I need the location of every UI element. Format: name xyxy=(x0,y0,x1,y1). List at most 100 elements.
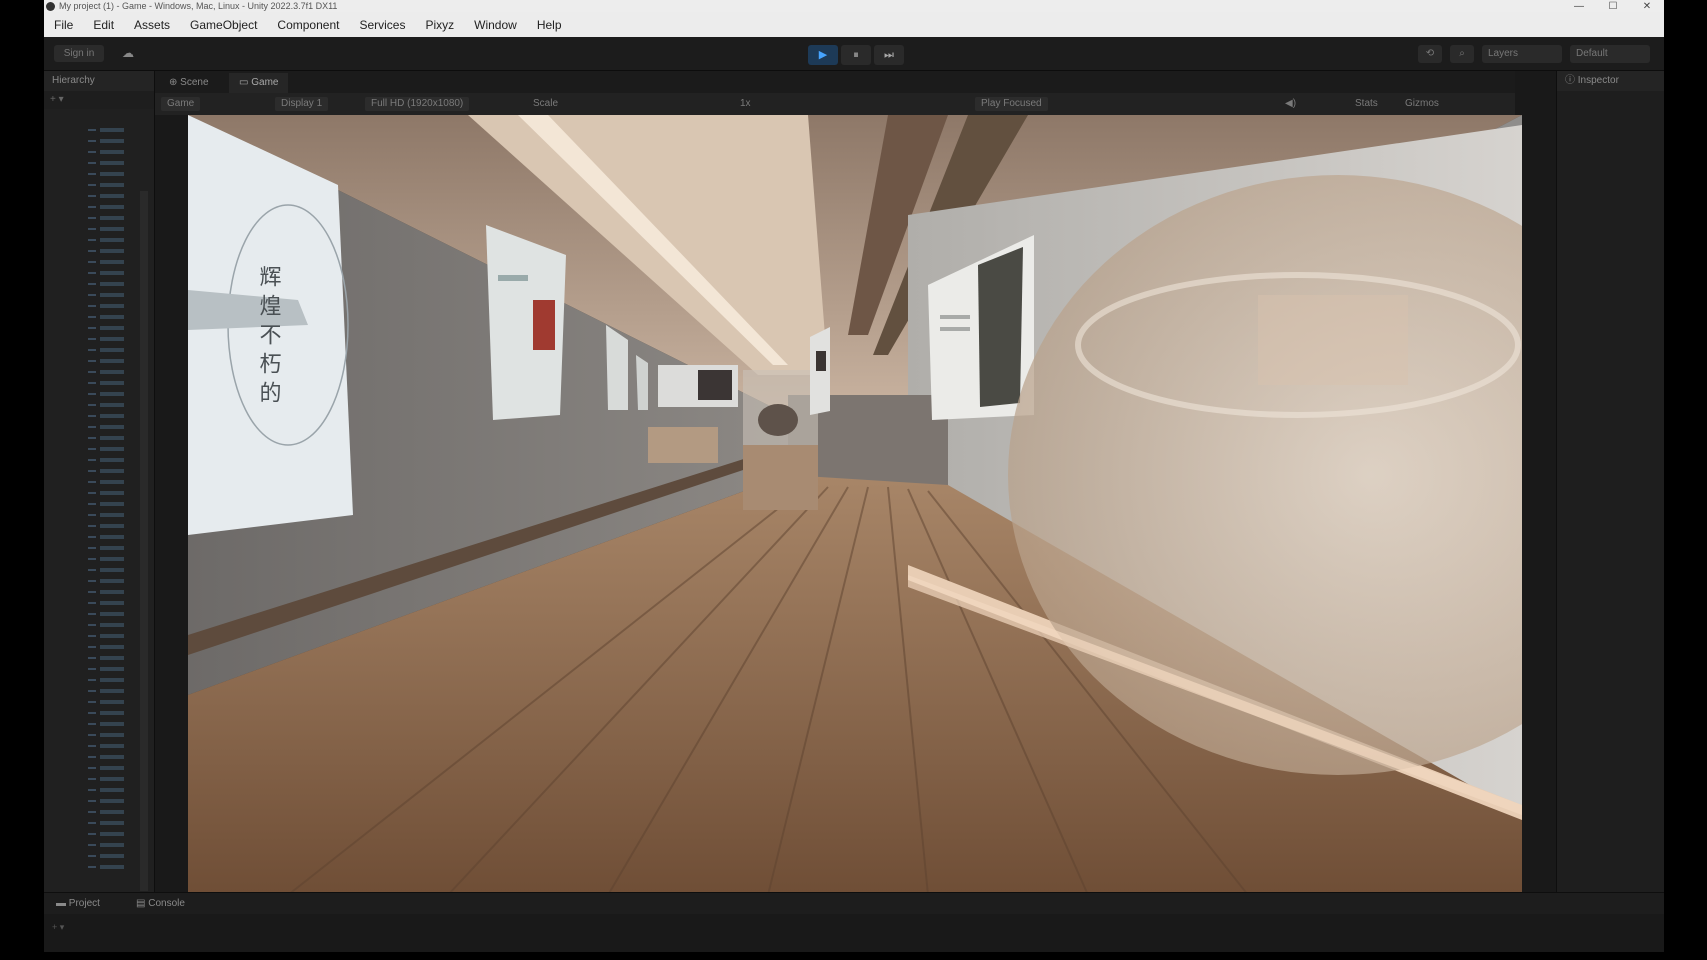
hierarchy-row[interactable] xyxy=(88,550,132,561)
hierarchy-row[interactable] xyxy=(88,462,132,473)
menu-services[interactable]: Services xyxy=(349,18,415,32)
menu-edit[interactable]: Edit xyxy=(83,18,124,32)
hierarchy-row[interactable] xyxy=(88,308,132,319)
hierarchy-row[interactable] xyxy=(88,605,132,616)
tab-project[interactable]: ▬ Project xyxy=(48,896,108,912)
hierarchy-row[interactable] xyxy=(88,858,132,869)
hierarchy-row[interactable] xyxy=(88,770,132,781)
hierarchy-row[interactable] xyxy=(88,286,132,297)
hierarchy-row[interactable] xyxy=(88,693,132,704)
hierarchy-row[interactable] xyxy=(88,385,132,396)
hierarchy-row[interactable] xyxy=(88,209,132,220)
tab-console[interactable]: ▤ Console xyxy=(128,896,193,912)
tab-scene[interactable]: ⊕ Scene xyxy=(159,73,219,93)
hierarchy-row[interactable] xyxy=(88,165,132,176)
account-button[interactable]: Sign in xyxy=(54,45,104,62)
hierarchy-row[interactable] xyxy=(88,154,132,165)
hierarchy-row[interactable] xyxy=(88,814,132,825)
hierarchy-scrollbar[interactable] xyxy=(140,191,148,891)
project-add-icon[interactable]: + ▾ xyxy=(52,922,64,933)
hierarchy-row[interactable] xyxy=(88,440,132,451)
hierarchy-row[interactable] xyxy=(88,231,132,242)
hierarchy-row[interactable] xyxy=(88,363,132,374)
mute-audio-icon[interactable]: ◀) xyxy=(1285,97,1296,111)
hierarchy-row[interactable] xyxy=(88,374,132,385)
hierarchy-row[interactable] xyxy=(88,220,132,231)
hierarchy-row[interactable] xyxy=(88,341,132,352)
hierarchy-row[interactable] xyxy=(88,517,132,528)
hierarchy-row[interactable] xyxy=(88,396,132,407)
inspector-tab[interactable]: ⓘ Inspector xyxy=(1557,71,1664,91)
hierarchy-row[interactable] xyxy=(88,319,132,330)
hierarchy-row[interactable] xyxy=(88,275,132,286)
menu-assets[interactable]: Assets xyxy=(124,18,180,32)
hierarchy-row[interactable] xyxy=(88,726,132,737)
stats-button[interactable]: Stats xyxy=(1355,97,1378,111)
menu-window[interactable]: Window xyxy=(464,18,527,32)
play-focused-dropdown[interactable]: Play Focused xyxy=(975,97,1048,111)
hierarchy-row[interactable] xyxy=(88,352,132,363)
hierarchy-row[interactable] xyxy=(88,506,132,517)
hierarchy-row[interactable] xyxy=(88,528,132,539)
display-dropdown[interactable]: Display 1 xyxy=(275,97,329,111)
hierarchy-row[interactable] xyxy=(88,143,132,154)
hierarchy-row[interactable] xyxy=(88,825,132,836)
hierarchy-row[interactable] xyxy=(88,660,132,671)
hierarchy-row[interactable] xyxy=(88,407,132,418)
hierarchy-row[interactable] xyxy=(88,198,132,209)
hierarchy-row[interactable] xyxy=(88,330,132,341)
play-button[interactable]: ▶ xyxy=(808,45,838,65)
hierarchy-row[interactable] xyxy=(88,242,132,253)
maximize-button[interactable]: ☐ xyxy=(1596,1,1630,12)
hierarchy-row[interactable] xyxy=(88,253,132,264)
hierarchy-row[interactable] xyxy=(88,484,132,495)
hierarchy-row[interactable] xyxy=(88,704,132,715)
hierarchy-row[interactable] xyxy=(88,682,132,693)
layers-dropdown[interactable]: Layers xyxy=(1482,45,1562,63)
hierarchy-row[interactable] xyxy=(88,451,132,462)
hierarchy-row[interactable] xyxy=(88,176,132,187)
menu-component[interactable]: Component xyxy=(267,18,349,32)
hierarchy-row[interactable] xyxy=(88,836,132,847)
hierarchy-row[interactable] xyxy=(88,539,132,550)
hierarchy-row[interactable] xyxy=(88,671,132,682)
hierarchy-row[interactable] xyxy=(88,572,132,583)
hierarchy-row[interactable] xyxy=(88,187,132,198)
hierarchy-row[interactable] xyxy=(88,759,132,770)
hierarchy-row[interactable] xyxy=(88,473,132,484)
history-icon[interactable]: ⟲ xyxy=(1418,45,1442,63)
hierarchy-row[interactable] xyxy=(88,583,132,594)
menu-pixyz[interactable]: Pixyz xyxy=(415,18,464,32)
pause-button[interactable]: ⏸ xyxy=(841,45,871,65)
minimize-button[interactable]: — xyxy=(1562,1,1596,12)
hierarchy-row[interactable] xyxy=(88,847,132,858)
tab-game[interactable]: ▭ Game xyxy=(229,73,289,93)
hierarchy-row[interactable] xyxy=(88,737,132,748)
hierarchy-row[interactable] xyxy=(88,594,132,605)
hierarchy-row[interactable] xyxy=(88,264,132,275)
hierarchy-row[interactable] xyxy=(88,418,132,429)
hierarchy-row[interactable] xyxy=(88,649,132,660)
search-icon[interactable]: ⌕ xyxy=(1450,45,1474,63)
layout-dropdown[interactable]: Default xyxy=(1570,45,1650,63)
hierarchy-row[interactable] xyxy=(88,627,132,638)
resolution-dropdown[interactable]: Full HD (1920x1080) xyxy=(365,97,470,111)
hierarchy-row[interactable] xyxy=(88,781,132,792)
add-icon[interactable]: + ▾ xyxy=(50,94,64,105)
game-viewport[interactable]: 辉 煌 不 朽 的 xyxy=(188,115,1522,895)
hierarchy-row[interactable] xyxy=(88,616,132,627)
hierarchy-row[interactable] xyxy=(88,715,132,726)
hierarchy-tab[interactable]: Hierarchy xyxy=(44,71,154,91)
hierarchy-row[interactable] xyxy=(88,748,132,759)
cloud-icon[interactable]: ☁ xyxy=(118,45,138,62)
hierarchy-row[interactable] xyxy=(88,297,132,308)
close-icon[interactable]: ✕ xyxy=(1630,1,1664,12)
hierarchy-row[interactable] xyxy=(88,792,132,803)
gizmos-button[interactable]: Gizmos xyxy=(1405,97,1439,111)
hierarchy-row[interactable] xyxy=(88,803,132,814)
hierarchy-row[interactable] xyxy=(88,121,132,132)
menu-gameobject[interactable]: GameObject xyxy=(180,18,267,32)
hierarchy-row[interactable] xyxy=(88,495,132,506)
hierarchy-row[interactable] xyxy=(88,561,132,572)
display-mode-dropdown[interactable]: Game xyxy=(161,97,201,111)
